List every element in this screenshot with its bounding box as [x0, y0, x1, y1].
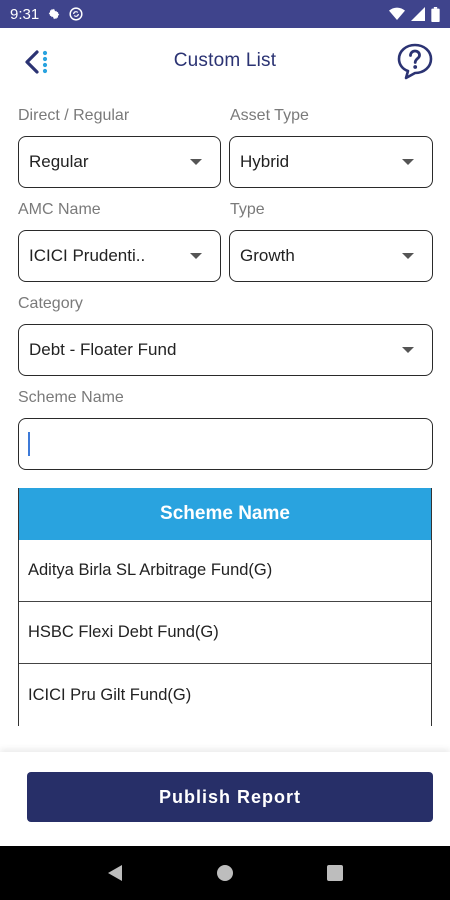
dropdown-arrow-icon — [402, 347, 414, 353]
direct-regular-label: Direct / Regular — [18, 107, 130, 124]
nav-recents-button[interactable] — [315, 853, 355, 893]
page-title: Custom List — [173, 50, 277, 71]
app-header: Custom List — [0, 28, 450, 94]
amc-name-label: AMC Name — [18, 201, 101, 218]
amc-name-select[interactable]: ICICI Prudenti.. — [18, 230, 221, 282]
type-label: Type — [230, 201, 265, 218]
square-recents-icon — [327, 865, 343, 881]
sync-icon — [69, 7, 83, 21]
direct-regular-value: Regular — [29, 152, 89, 171]
asset-type-label: Asset Type — [230, 107, 309, 124]
back-button[interactable] — [18, 44, 54, 80]
dropdown-arrow-icon — [190, 159, 202, 165]
system-nav-bar — [0, 846, 450, 900]
direct-regular-select[interactable]: Regular — [18, 136, 221, 188]
dropdown-arrow-icon — [402, 159, 414, 165]
help-button[interactable] — [396, 42, 434, 80]
scheme-name-input[interactable] — [18, 418, 433, 470]
table-row[interactable]: ICICI Pru Gilt Fund(G) — [19, 664, 431, 726]
category-label: Category — [18, 295, 83, 312]
back-arrow-dots-icon — [25, 50, 48, 74]
table-row[interactable]: HSBC Flexi Debt Fund(G) — [19, 602, 431, 664]
table-row[interactable]: Aditya Birla SL Arbitrage Fund(G) — [19, 540, 431, 602]
status-right — [389, 6, 440, 22]
signal-icon — [411, 7, 425, 21]
category-value: Debt - Floater Fund — [29, 340, 177, 359]
table-header: Scheme Name — [19, 488, 431, 540]
battery-icon — [431, 6, 440, 22]
footer-panel: Publish Report — [0, 752, 450, 846]
triangle-back-icon — [108, 865, 122, 881]
type-select[interactable]: Growth — [229, 230, 433, 282]
publish-report-button[interactable]: Publish Report — [27, 772, 433, 822]
status-time: 9:31 — [10, 5, 40, 23]
help-question-icon — [397, 43, 433, 80]
category-select[interactable]: Debt - Floater Fund — [18, 324, 433, 376]
nav-back-button[interactable] — [95, 853, 135, 893]
amc-name-value: ICICI Prudenti.. — [29, 246, 146, 265]
nav-home-button[interactable] — [205, 853, 245, 893]
type-value: Growth — [240, 246, 295, 265]
dropdown-arrow-icon — [402, 253, 414, 259]
wifi-icon — [389, 7, 405, 21]
asset-type-select[interactable]: Hybrid — [229, 136, 433, 188]
status-left: 9:31 — [10, 6, 83, 23]
asset-type-value: Hybrid — [240, 152, 290, 171]
text-cursor — [28, 432, 30, 456]
circle-home-icon — [217, 865, 233, 881]
gear-icon — [47, 7, 61, 21]
status-bar: 9:31 — [0, 0, 450, 28]
scheme-name-label: Scheme Name — [18, 389, 124, 406]
scheme-table: Scheme Name Aditya Birla SL Arbitrage Fu… — [18, 488, 432, 726]
dropdown-arrow-icon — [190, 253, 202, 259]
